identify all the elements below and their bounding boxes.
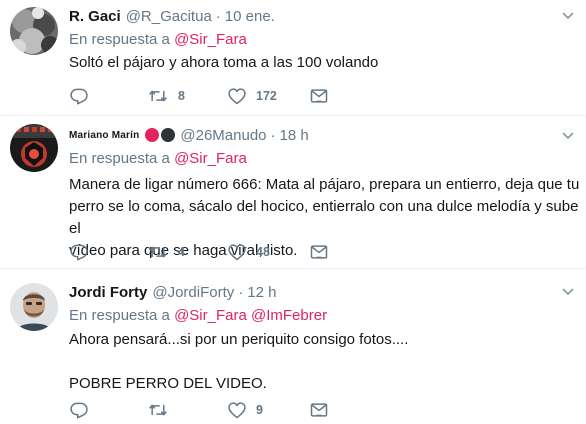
tweet-text-line: Ahora pensará...si por un periquito cons… — [69, 331, 409, 348]
retweet-count: 8 — [178, 89, 185, 103]
tweet[interactable]: Mariano Marín @26Manudo · 18 h En respue… — [0, 116, 586, 269]
tweet-text-line: POBRE PERRO DEL VIDEO. — [69, 375, 267, 392]
mention-link[interactable]: @Sir_Fara — [174, 31, 247, 48]
reply-icon — [69, 242, 89, 262]
like-count: 9 — [256, 403, 263, 417]
tweet[interactable]: Jordi Forty @JordiForty · 12 h En respue… — [0, 269, 586, 424]
reply-button[interactable] — [69, 400, 89, 420]
tweet-text: Soltó el pájaro y ahora toma a las 100 v… — [69, 54, 379, 71]
tweet-text-blank-line — [69, 351, 569, 373]
red-circle-emoji — [145, 128, 160, 142]
reply-context: En respuesta a @Sir_Fara @ImFebrer — [69, 307, 327, 324]
chevron-down-icon[interactable] — [562, 10, 574, 22]
username[interactable]: @26Manudo — [180, 127, 266, 144]
separator: · — [270, 126, 276, 144]
tweet[interactable]: R. Gaci @R_Gacitua · 10 ene. En respuest… — [0, 0, 586, 116]
retweet-icon — [147, 86, 169, 106]
like-icon — [227, 86, 247, 106]
like-button[interactable]: 172 — [227, 86, 277, 106]
tweet-actions: 9 — [69, 400, 339, 420]
reply-icon — [69, 86, 89, 106]
tweet-header: Mariano Marín @26Manudo · 18 h — [69, 125, 309, 145]
tweet-header: Jordi Forty @JordiForty · 12 h — [69, 283, 276, 301]
avatar[interactable] — [10, 124, 58, 172]
reply-prefix: En respuesta a — [69, 31, 170, 48]
timestamp[interactable]: 12 h — [247, 284, 276, 301]
retweet-icon — [147, 242, 169, 262]
avatar[interactable] — [10, 7, 58, 55]
mention-link[interactable]: @Sir_Fara — [174, 150, 247, 167]
like-button[interactable]: 9 — [227, 400, 263, 420]
tweet-text-line: Manera de ligar número 666: Mata al pája… — [69, 176, 580, 193]
reply-context: En respuesta a @Sir_Fara — [69, 150, 247, 167]
mention-link[interactable]: @Sir_Fara — [174, 307, 247, 324]
chevron-down-icon[interactable] — [562, 130, 574, 142]
username[interactable]: @R_Gacitua — [126, 8, 212, 25]
message-icon — [309, 242, 329, 262]
reply-context: En respuesta a @Sir_Fara — [69, 31, 247, 48]
reply-button[interactable] — [69, 86, 89, 106]
like-icon — [227, 242, 247, 262]
timestamp[interactable]: 18 h — [280, 127, 309, 144]
direct-message-button[interactable] — [309, 400, 329, 420]
tweet-header: R. Gaci @R_Gacitua · 10 ene. — [69, 7, 275, 25]
display-name[interactable]: Mariano Marín — [69, 130, 139, 141]
like-count: 172 — [256, 89, 277, 103]
like-icon — [227, 400, 247, 420]
tweet-actions: 8 172 — [69, 86, 339, 106]
direct-message-button[interactable] — [309, 86, 329, 106]
retweet-count: 4 — [178, 245, 185, 259]
direct-message-button[interactable] — [309, 242, 329, 262]
username[interactable]: @JordiForty — [152, 284, 234, 301]
tweet-text-line: perro se lo coma, sácalo del hocico, ent… — [69, 198, 579, 237]
retweet-icon — [147, 400, 169, 420]
chevron-down-icon[interactable] — [562, 286, 574, 298]
tweet-actions: 4 48 — [69, 242, 339, 262]
reply-icon — [69, 400, 89, 420]
like-button[interactable]: 48 — [227, 242, 270, 262]
timestamp[interactable]: 10 ene. — [225, 8, 275, 25]
avatar[interactable] — [10, 283, 58, 331]
message-icon — [309, 86, 329, 106]
message-icon — [309, 400, 329, 420]
black-circle-emoji — [161, 128, 176, 142]
retweet-button[interactable]: 8 — [147, 86, 185, 106]
separator: · — [238, 283, 244, 301]
like-count: 48 — [256, 245, 270, 259]
separator: · — [215, 7, 221, 25]
display-name[interactable]: Jordi Forty — [69, 284, 147, 301]
retweet-button[interactable]: 4 — [147, 242, 185, 262]
reply-prefix: En respuesta a — [69, 150, 170, 167]
reply-prefix: En respuesta a — [69, 307, 170, 324]
reply-button[interactable] — [69, 242, 89, 262]
tweet-text: Ahora pensará...si por un periquito cons… — [69, 329, 569, 395]
display-name[interactable]: R. Gaci — [69, 8, 121, 25]
retweet-button[interactable] — [147, 400, 178, 420]
mention-link[interactable]: @ImFebrer — [251, 307, 327, 324]
